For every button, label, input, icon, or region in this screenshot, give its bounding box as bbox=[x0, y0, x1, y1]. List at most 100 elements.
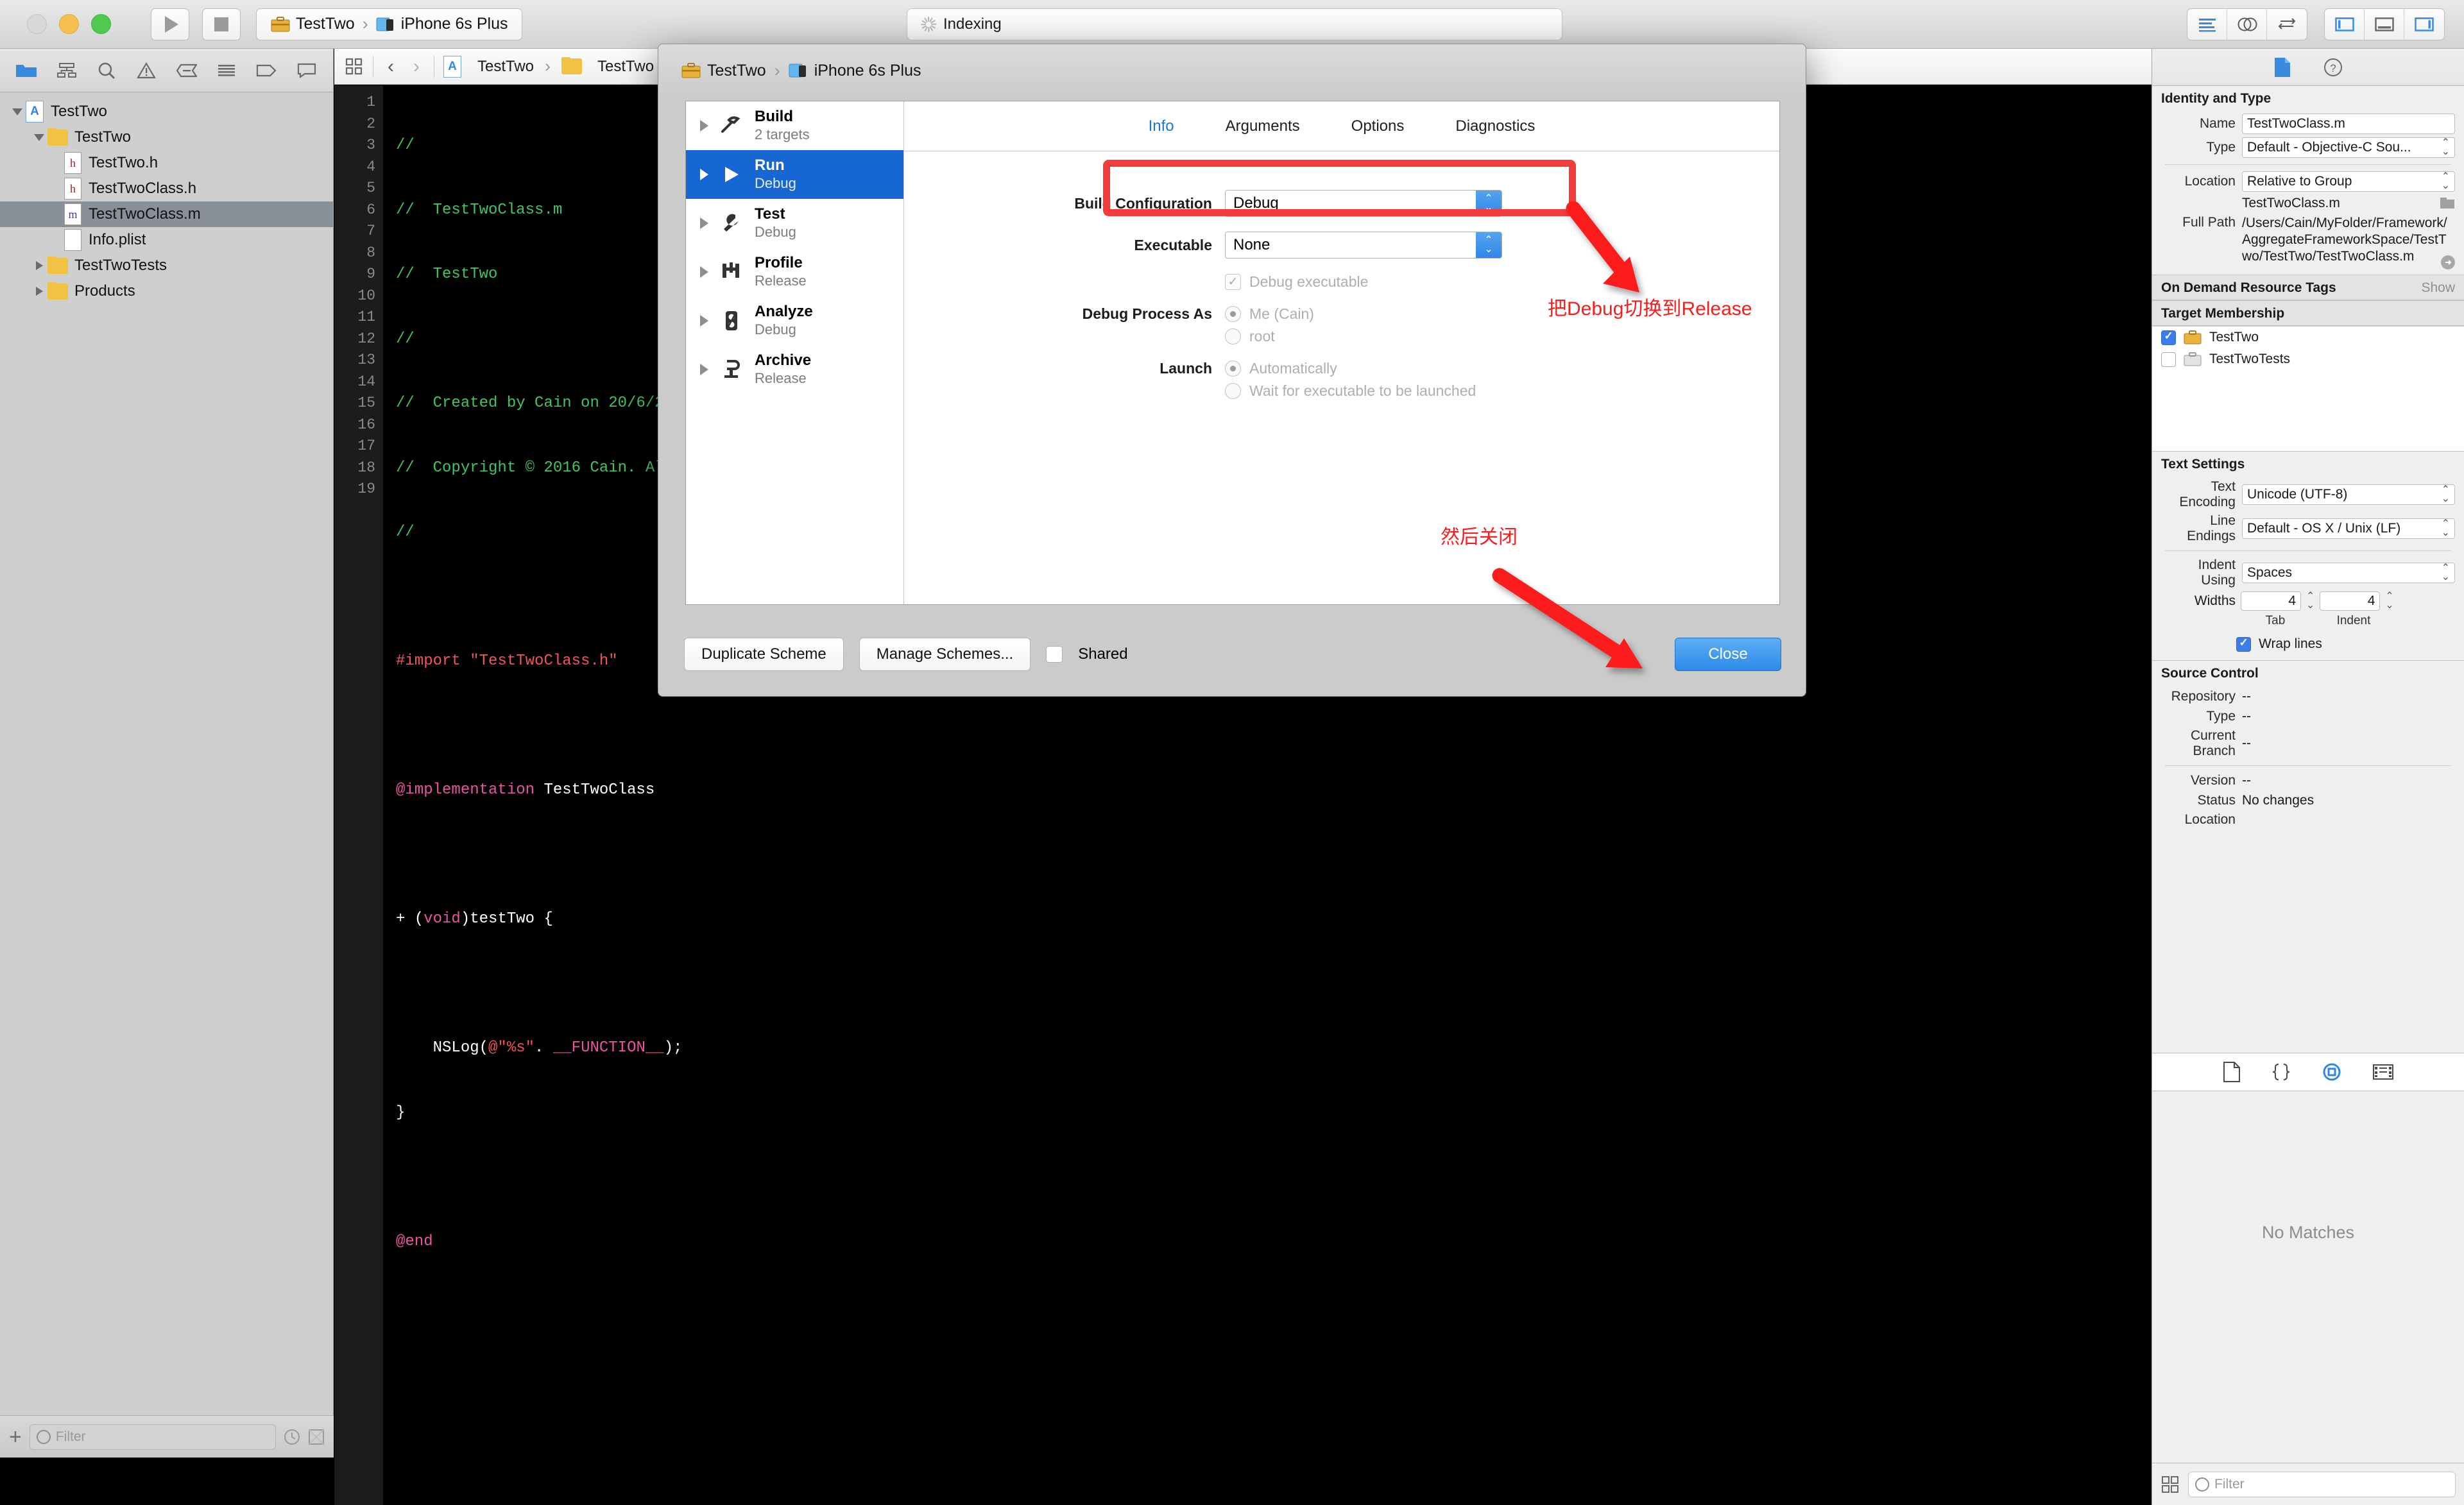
minimize-window-button[interactable] bbox=[59, 14, 79, 34]
shared-checkbox[interactable] bbox=[1046, 646, 1063, 663]
on-demand-show-link[interactable]: Show bbox=[2421, 280, 2455, 296]
wrap-lines-row[interactable]: Wrap lines bbox=[2152, 633, 2464, 655]
add-file-button[interactable]: + bbox=[9, 1426, 22, 1448]
disclosure-triangle-icon[interactable] bbox=[9, 108, 26, 115]
recent-filter-icon[interactable] bbox=[284, 1429, 300, 1445]
scheme-action-run[interactable]: Run Debug bbox=[686, 150, 903, 199]
wrap-lines-checkbox[interactable] bbox=[2236, 637, 2251, 652]
sheet-breadcrumb: TestTwo › iPhone 6s Plus bbox=[658, 44, 1806, 97]
issue-navigator-tab[interactable] bbox=[126, 49, 166, 92]
target-checkbox[interactable] bbox=[2161, 352, 2176, 367]
action-subtitle: 2 targets bbox=[755, 126, 810, 144]
debug-executable-checkbox[interactable]: ✓ bbox=[1225, 274, 1241, 290]
grid-icon[interactable] bbox=[2161, 1475, 2179, 1493]
tag-navigator-tab[interactable] bbox=[246, 49, 286, 92]
run-button[interactable] bbox=[151, 8, 189, 40]
tree-row-group[interactable]: TestTwo bbox=[0, 124, 333, 150]
tab-arguments[interactable]: Arguments bbox=[1226, 117, 1300, 135]
encoding-popup[interactable]: Unicode (UTF-8) ⌃⌄ bbox=[2242, 484, 2455, 505]
disclosure-triangle-icon[interactable] bbox=[700, 315, 708, 327]
scheme-action-profile[interactable]: Profile Release bbox=[686, 248, 903, 296]
name-input[interactable]: TestTwoClass.m bbox=[2242, 114, 2455, 134]
breakpoint-navigator-tab[interactable] bbox=[167, 49, 207, 92]
disclosure-triangle-icon[interactable] bbox=[31, 261, 47, 270]
tree-row-group[interactable]: Products bbox=[0, 278, 333, 304]
disclosure-triangle-icon[interactable] bbox=[31, 287, 47, 296]
zoom-window-button[interactable] bbox=[91, 14, 111, 34]
scheme-action-archive[interactable]: Archive Release bbox=[686, 345, 903, 394]
file-template-library-icon[interactable] bbox=[2223, 1062, 2241, 1082]
tree-row-file-selected[interactable]: m TestTwoClass.m bbox=[0, 201, 333, 227]
tree-row-file[interactable]: h TestTwo.h bbox=[0, 150, 333, 176]
related-files-icon[interactable] bbox=[345, 57, 364, 76]
manage-schemes-button[interactable]: Manage Schemes... bbox=[859, 638, 1031, 671]
disclosure-triangle-icon[interactable] bbox=[700, 120, 708, 132]
assistant-editor-button[interactable] bbox=[2227, 9, 2267, 40]
target-checkbox[interactable] bbox=[2161, 330, 2176, 345]
report-navigator-tab[interactable] bbox=[207, 49, 246, 92]
go-back-button[interactable]: ‹ bbox=[382, 56, 399, 78]
disclosure-triangle-icon[interactable] bbox=[700, 266, 708, 278]
close-window-button[interactable] bbox=[27, 14, 47, 34]
target-membership-header: Target Membership bbox=[2152, 300, 2464, 326]
scheme-action-analyze[interactable]: Analyze Debug bbox=[686, 296, 903, 345]
executable-popup[interactable]: None ⌃⌄ bbox=[1225, 232, 1502, 259]
launch-automatically-radio[interactable] bbox=[1225, 361, 1241, 377]
scheme-selector[interactable]: TestTwo › iPhone 6s Plus bbox=[256, 8, 522, 40]
scheme-action-build[interactable]: Build 2 targets bbox=[686, 101, 903, 150]
scheme-action-test[interactable]: Test Debug bbox=[686, 199, 903, 248]
disclosure-triangle-icon[interactable] bbox=[31, 134, 47, 141]
version-editor-button[interactable] bbox=[2267, 9, 2307, 40]
find-navigator-tab[interactable] bbox=[87, 49, 126, 92]
tab-diagnostics[interactable]: Diagnostics bbox=[1455, 117, 1535, 135]
quick-help-icon[interactable]: ? bbox=[2323, 57, 2343, 78]
tree-row-file[interactable]: h TestTwoClass.h bbox=[0, 176, 333, 201]
comment-navigator-tab[interactable] bbox=[287, 49, 327, 92]
sheet-project-name[interactable]: TestTwo bbox=[707, 62, 766, 80]
choose-folder-button[interactable] bbox=[2440, 197, 2455, 210]
duplicate-scheme-button[interactable]: Duplicate Scheme bbox=[684, 638, 844, 671]
breadcrumb-project[interactable]: TestTwo bbox=[477, 58, 534, 76]
navigator-filter-input[interactable]: Filter bbox=[30, 1424, 276, 1450]
indent-width-stepper[interactable]: ⌃⌄ bbox=[2385, 592, 2393, 609]
debug-process-root-radio[interactable] bbox=[1225, 328, 1241, 344]
object-library-icon[interactable] bbox=[2322, 1062, 2342, 1082]
tab-options[interactable]: Options bbox=[1351, 117, 1405, 135]
tab-width-input[interactable]: 4 bbox=[2241, 591, 2301, 611]
media-library-icon[interactable] bbox=[2373, 1064, 2393, 1080]
tab-info[interactable]: Info bbox=[1149, 117, 1174, 135]
debug-process-me-radio[interactable] bbox=[1225, 306, 1241, 322]
target-membership-row[interactable]: TestTwoTests bbox=[2152, 348, 2464, 370]
location-popup[interactable]: Relative to Group ⌃⌄ bbox=[2242, 171, 2455, 192]
sheet-destination-name[interactable]: iPhone 6s Plus bbox=[814, 62, 921, 80]
breadcrumb-group[interactable]: TestTwo bbox=[597, 58, 654, 76]
launch-wait-radio[interactable] bbox=[1225, 383, 1241, 399]
disclosure-triangle-icon[interactable] bbox=[700, 169, 708, 180]
inspector-filter-input[interactable]: Filter bbox=[2188, 1472, 2456, 1497]
file-inspector-icon[interactable] bbox=[2273, 56, 2292, 78]
tab-width-stepper[interactable]: ⌃⌄ bbox=[2306, 592, 2314, 609]
target-membership-row[interactable]: TestTwo bbox=[2152, 327, 2464, 348]
type-popup[interactable]: Default - Objective-C Sou... ⌃⌄ bbox=[2242, 137, 2455, 158]
source-control-navigator-tab[interactable] bbox=[46, 49, 86, 92]
disclosure-triangle-icon[interactable] bbox=[700, 364, 708, 375]
build-configuration-popup[interactable]: Debug ⌃⌄ bbox=[1225, 190, 1502, 217]
code-snippet-library-icon[interactable] bbox=[2272, 1062, 2291, 1082]
indent-using-popup[interactable]: Spaces ⌃⌄ bbox=[2242, 563, 2455, 583]
tree-row-project[interactable]: TestTwo bbox=[0, 99, 333, 124]
disclosure-triangle-icon[interactable] bbox=[700, 217, 708, 229]
tree-row-group[interactable]: TestTwoTests bbox=[0, 253, 333, 278]
indent-width-input[interactable]: 4 bbox=[2320, 591, 2380, 611]
toggle-debug-area-button[interactable] bbox=[2365, 9, 2404, 40]
source-control-filter-icon[interactable] bbox=[308, 1429, 325, 1445]
tree-row-file[interactable]: Info.plist bbox=[0, 227, 333, 253]
close-button[interactable]: Close bbox=[1675, 638, 1781, 671]
reveal-in-finder-button[interactable] bbox=[2440, 254, 2456, 271]
standard-editor-button[interactable] bbox=[2187, 9, 2227, 40]
go-forward-button[interactable]: › bbox=[408, 56, 425, 78]
line-endings-popup[interactable]: Default - OS X / Unix (LF) ⌃⌄ bbox=[2242, 518, 2455, 539]
toggle-navigator-button[interactable] bbox=[2325, 9, 2365, 40]
stop-button[interactable] bbox=[202, 8, 241, 40]
toggle-inspector-button[interactable] bbox=[2404, 9, 2444, 40]
project-navigator-tab[interactable] bbox=[6, 49, 46, 92]
